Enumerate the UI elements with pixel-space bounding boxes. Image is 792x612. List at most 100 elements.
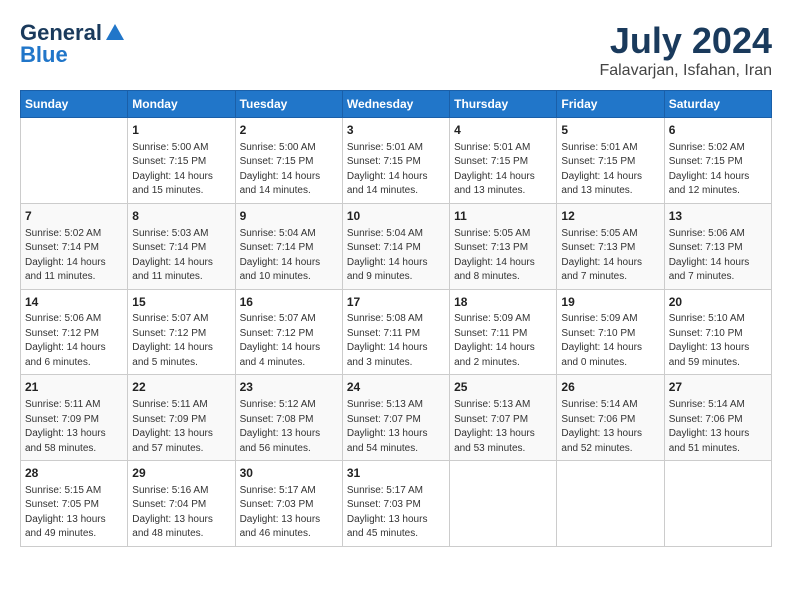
day-info: Sunrise: 5:07 AMSunset: 7:12 PMDaylight:… [240, 312, 338, 370]
calendar-table: SundayMondayTuesdayWednesdayThursdayFrid… [20, 90, 772, 547]
day-number: 27 [669, 379, 767, 396]
day-number: 29 [132, 465, 230, 482]
day-info: Sunrise: 5:14 AMSunset: 7:06 PMDaylight:… [669, 398, 767, 456]
calendar-cell: 12 Sunrise: 5:05 AMSunset: 7:13 PMDayligh… [557, 203, 664, 289]
calendar-cell: 19Sunrise: 5:09 AMSunset: 7:10 PMDayligh… [557, 289, 664, 375]
calendar-week-4: 21 Sunrise: 5:11 AMSunset: 7:09 PMDayligh… [21, 375, 772, 461]
day-info: Sunrise: 5:01 AMSunset: 7:15 PMDaylight:… [347, 141, 445, 199]
calendar-cell: 29 Sunrise: 5:16 AMSunset: 7:04 PMDayligh… [128, 461, 235, 547]
day-info: Sunrise: 5:10 AMSunset: 7:10 PMDaylight:… [669, 312, 767, 370]
weekday-header-saturday: Saturday [664, 91, 771, 118]
day-info: Sunrise: 5:02 AMSunset: 7:15 PMDaylight:… [669, 141, 767, 199]
day-number: 26 [561, 379, 659, 396]
calendar-cell: 1Sunrise: 5:00 AMSunset: 7:15 PMDaylight… [128, 118, 235, 204]
calendar-cell [21, 118, 128, 204]
calendar-cell: 23Sunrise: 5:12 AMSunset: 7:08 PMDayligh… [235, 375, 342, 461]
day-info: Sunrise: 5:16 AMSunset: 7:04 PMDaylight:… [132, 484, 230, 542]
calendar-cell: 4Sunrise: 5:01 AMSunset: 7:15 PMDaylight… [450, 118, 557, 204]
calendar-cell: 3 Sunrise: 5:01 AMSunset: 7:15 PMDaylight… [342, 118, 449, 204]
weekday-header-tuesday: Tuesday [235, 91, 342, 118]
day-info: Sunrise: 5:17 AMSunset: 7:03 PMDaylight:… [347, 484, 445, 542]
day-info: Sunrise: 5:02 AMSunset: 7:14 PMDaylight:… [25, 227, 123, 285]
day-number: 6 [669, 122, 767, 139]
day-info: Sunrise: 5:04 AMSunset: 7:14 PMDaylight:… [240, 227, 338, 285]
day-info: Sunrise: 5:13 AMSunset: 7:07 PMDaylight:… [347, 398, 445, 456]
day-info: Sunrise: 5:09 AMSunset: 7:11 PMDaylight:… [454, 312, 552, 370]
day-number: 12 [561, 208, 659, 225]
day-number: 30 [240, 465, 338, 482]
calendar-cell [450, 461, 557, 547]
calendar-cell: 2 Sunrise: 5:00 AMSunset: 7:15 PMDaylight… [235, 118, 342, 204]
month-title: July 2024 [599, 20, 772, 62]
day-number: 17 [347, 294, 445, 311]
page-header: General Blue July 2024 Falavarjan, Isfah… [20, 20, 772, 80]
title-block: July 2024 Falavarjan, Isfahan, Iran [599, 20, 772, 80]
weekday-header-friday: Friday [557, 91, 664, 118]
day-info: Sunrise: 5:15 AMSunset: 7:05 PMDaylight:… [25, 484, 123, 542]
day-number: 16 [240, 294, 338, 311]
day-number: 19 [561, 294, 659, 311]
calendar-cell: 14Sunrise: 5:06 AMSunset: 7:12 PMDayligh… [21, 289, 128, 375]
day-number: 24 [347, 379, 445, 396]
calendar-week-5: 28Sunrise: 5:15 AMSunset: 7:05 PMDayligh… [21, 461, 772, 547]
calendar-cell [557, 461, 664, 547]
calendar-cell: 17Sunrise: 5:08 AMSunset: 7:11 PMDayligh… [342, 289, 449, 375]
day-number: 11 [454, 208, 552, 225]
day-number: 8 [132, 208, 230, 225]
day-info: Sunrise: 5:07 AMSunset: 7:12 PMDaylight:… [132, 312, 230, 370]
day-number: 13 [669, 208, 767, 225]
day-info: Sunrise: 5:11 AMSunset: 7:09 PMDaylight:… [132, 398, 230, 456]
logo: General Blue [20, 20, 126, 68]
day-number: 4 [454, 122, 552, 139]
calendar-cell: 27 Sunrise: 5:14 AMSunset: 7:06 PMDayligh… [664, 375, 771, 461]
day-info: Sunrise: 5:11 AMSunset: 7:09 PMDaylight:… [25, 398, 123, 456]
calendar-cell: 31 Sunrise: 5:17 AMSunset: 7:03 PMDayligh… [342, 461, 449, 547]
day-number: 10 [347, 208, 445, 225]
day-info: Sunrise: 5:06 AMSunset: 7:13 PMDaylight:… [669, 227, 767, 285]
day-number: 21 [25, 379, 123, 396]
day-number: 20 [669, 294, 767, 311]
calendar-cell: 6 Sunrise: 5:02 AMSunset: 7:15 PMDaylight… [664, 118, 771, 204]
day-info: Sunrise: 5:00 AMSunset: 7:15 PMDaylight:… [240, 141, 338, 199]
day-info: Sunrise: 5:12 AMSunset: 7:08 PMDaylight:… [240, 398, 338, 456]
day-info: Sunrise: 5:08 AMSunset: 7:11 PMDaylight:… [347, 312, 445, 370]
location-title: Falavarjan, Isfahan, Iran [599, 62, 772, 80]
day-number: 15 [132, 294, 230, 311]
day-number: 9 [240, 208, 338, 225]
calendar-cell: 26Sunrise: 5:14 AMSunset: 7:06 PMDayligh… [557, 375, 664, 461]
calendar-header: SundayMondayTuesdayWednesdayThursdayFrid… [21, 91, 772, 118]
calendar-cell: 20Sunrise: 5:10 AMSunset: 7:10 PMDayligh… [664, 289, 771, 375]
day-info: Sunrise: 5:01 AMSunset: 7:15 PMDaylight:… [561, 141, 659, 199]
day-number: 25 [454, 379, 552, 396]
calendar-cell: 24 Sunrise: 5:13 AMSunset: 7:07 PMDayligh… [342, 375, 449, 461]
logo-blue: Blue [20, 42, 68, 68]
calendar-cell: 30 Sunrise: 5:17 AMSunset: 7:03 PMDayligh… [235, 461, 342, 547]
day-info: Sunrise: 5:00 AMSunset: 7:15 PMDaylight:… [132, 141, 230, 199]
weekday-row: SundayMondayTuesdayWednesdayThursdayFrid… [21, 91, 772, 118]
calendar-week-2: 7Sunrise: 5:02 AMSunset: 7:14 PMDaylight… [21, 203, 772, 289]
weekday-header-sunday: Sunday [21, 91, 128, 118]
calendar-cell: 7Sunrise: 5:02 AMSunset: 7:14 PMDaylight… [21, 203, 128, 289]
day-info: Sunrise: 5:05 AMSunset: 7:13 PMDaylight:… [561, 227, 659, 285]
calendar-cell: 16Sunrise: 5:07 AMSunset: 7:12 PMDayligh… [235, 289, 342, 375]
day-info: Sunrise: 5:17 AMSunset: 7:03 PMDaylight:… [240, 484, 338, 542]
calendar-cell: 13 Sunrise: 5:06 AMSunset: 7:13 PMDayligh… [664, 203, 771, 289]
day-info: Sunrise: 5:03 AMSunset: 7:14 PMDaylight:… [132, 227, 230, 285]
day-number: 2 [240, 122, 338, 139]
logo-icon [104, 22, 126, 44]
day-info: Sunrise: 5:05 AMSunset: 7:13 PMDaylight:… [454, 227, 552, 285]
calendar-body: 1Sunrise: 5:00 AMSunset: 7:15 PMDaylight… [21, 118, 772, 547]
day-number: 31 [347, 465, 445, 482]
calendar-cell: 5 Sunrise: 5:01 AMSunset: 7:15 PMDaylight… [557, 118, 664, 204]
calendar-cell [664, 461, 771, 547]
calendar-week-1: 1Sunrise: 5:00 AMSunset: 7:15 PMDaylight… [21, 118, 772, 204]
day-number: 22 [132, 379, 230, 396]
day-info: Sunrise: 5:04 AMSunset: 7:14 PMDaylight:… [347, 227, 445, 285]
calendar-cell: 11 Sunrise: 5:05 AMSunset: 7:13 PMDayligh… [450, 203, 557, 289]
weekday-header-monday: Monday [128, 91, 235, 118]
day-number: 5 [561, 122, 659, 139]
day-number: 14 [25, 294, 123, 311]
calendar-week-3: 14Sunrise: 5:06 AMSunset: 7:12 PMDayligh… [21, 289, 772, 375]
day-number: 3 [347, 122, 445, 139]
calendar-cell: 28Sunrise: 5:15 AMSunset: 7:05 PMDayligh… [21, 461, 128, 547]
